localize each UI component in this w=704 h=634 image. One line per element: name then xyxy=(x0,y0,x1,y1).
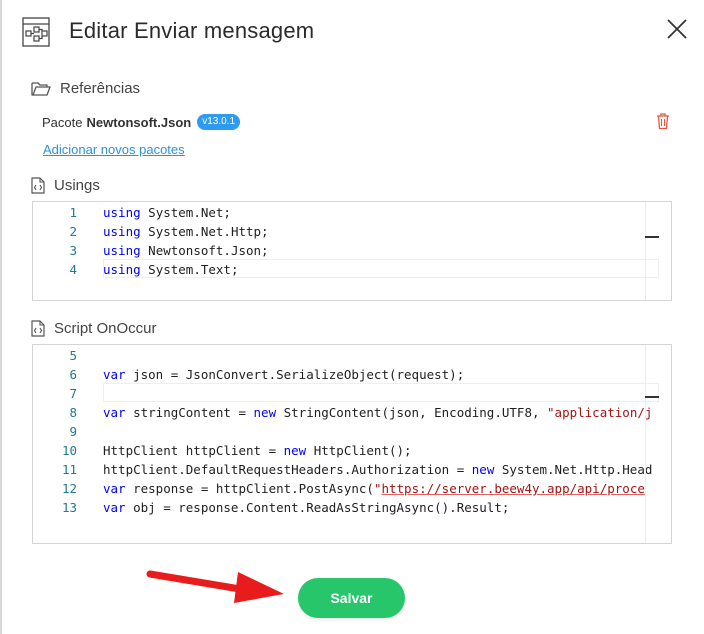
red-arrow-icon xyxy=(146,570,284,603)
scroll-position-marker xyxy=(645,236,659,238)
usings-code-editor[interactable]: 1 using System.Net; 2 using System.Net.Http… xyxy=(32,201,672,301)
edit-dialog: Editar Enviar mensagem Referências Pacot… xyxy=(0,0,704,634)
trash-icon[interactable] xyxy=(655,112,671,130)
script-code-editor[interactable]: 5 6 var json = JsonConvert.SerializeObject… xyxy=(32,344,672,544)
code-text: using System.Net.Http; xyxy=(103,222,269,241)
line-number: 4 xyxy=(69,262,77,277)
script-section-header: Script OnOccur xyxy=(31,320,157,337)
code-token: json = JsonConvert.SerializeObject(reque… xyxy=(125,367,465,382)
code-text: var stringContent = new StringContent(js… xyxy=(103,403,652,422)
code-token: using xyxy=(103,205,141,220)
scroll-position-marker xyxy=(645,396,659,398)
script-heading: Script OnOccur xyxy=(54,320,157,337)
code-token: "application/j xyxy=(547,405,653,420)
code-token: Newtonsoft.Json; xyxy=(140,243,269,258)
code-token: StringContent(json, Encoding.UTF8, xyxy=(276,405,548,420)
line-number: 12 xyxy=(61,481,77,496)
code-line: 12 var response = httpClient.PostAsync("h… xyxy=(33,479,645,498)
code-line: 10 HttpClient httpClient = new HttpClient… xyxy=(33,441,645,460)
code-line: 9 xyxy=(33,422,645,441)
line-number: 13 xyxy=(61,500,77,515)
code-text: var obj = response.Content.ReadAsStringA… xyxy=(103,498,509,517)
code-line: 2 using System.Net.Http; xyxy=(33,222,645,241)
line-number: 11 xyxy=(61,462,77,477)
flowchart-icon xyxy=(22,17,50,47)
code-line: 1 using System.Net; xyxy=(33,203,645,222)
code-token: var xyxy=(103,405,126,420)
code-line: 13 var obj = response.Content.ReadAsStrin… xyxy=(33,498,645,517)
line-number: 8 xyxy=(69,405,77,420)
code-line: 8 var stringContent = new StringContent(j… xyxy=(33,403,652,422)
code-token: var xyxy=(103,500,126,515)
usings-heading: Usings xyxy=(54,177,100,194)
code-token: obj = response.Content.ReadAsStringAsync… xyxy=(125,500,510,515)
line-number: 5 xyxy=(69,348,77,363)
code-token: System.Net; xyxy=(140,205,231,220)
code-token: stringContent = xyxy=(125,405,254,420)
line-number: 6 xyxy=(69,367,77,382)
code-line: 6 var json = JsonConvert.SerializeObject(… xyxy=(33,365,645,384)
line-number: 10 xyxy=(61,443,77,458)
dialog-left-edge xyxy=(0,0,2,634)
line-number: 7 xyxy=(69,386,77,401)
code-token: var xyxy=(103,367,126,382)
script-scrollbar[interactable] xyxy=(645,345,671,543)
code-text: HttpClient httpClient = new HttpClient()… xyxy=(103,441,412,460)
code-text: using System.Net; xyxy=(103,203,231,222)
package-version-badge: v13.0.1 xyxy=(197,114,241,130)
folder-open-icon xyxy=(31,82,51,96)
code-token: HttpClient httpClient = xyxy=(103,443,284,458)
code-token: response = httpClient.PostAsync( xyxy=(125,481,374,496)
line-number: 3 xyxy=(69,243,77,258)
package-prefix: Pacote xyxy=(42,114,83,130)
line-number: 2 xyxy=(69,224,77,239)
current-line-highlight xyxy=(103,259,659,278)
current-line-highlight xyxy=(103,383,659,402)
dialog-header: Editar Enviar mensagem xyxy=(0,0,704,66)
code-line: 3 using Newtonsoft.Json; xyxy=(33,241,645,260)
code-text: var json = JsonConvert.SerializeObject(r… xyxy=(103,365,464,384)
save-button[interactable]: Salvar xyxy=(298,578,405,618)
code-token: new xyxy=(253,405,277,420)
references-heading: Referências xyxy=(60,80,141,97)
code-token: https://server.beew4y.app/api/proce xyxy=(381,481,645,496)
usings-section-header: Usings xyxy=(31,177,100,194)
line-number: 9 xyxy=(69,424,77,439)
code-token: System.Net.Http; xyxy=(140,224,269,239)
code-token: using xyxy=(103,243,141,258)
code-text: var response = httpClient.PostAsync("htt… xyxy=(103,479,645,498)
package-row: Pacote Newtonsoft.Json v13.0.1 xyxy=(42,114,241,130)
code-token: httpClient.DefaultRequestHeaders.Authori… xyxy=(103,462,472,477)
dialog-title: Editar Enviar mensagem xyxy=(69,18,315,43)
code-token: using xyxy=(103,224,141,239)
code-text: httpClient.DefaultRequestHeaders.Authori… xyxy=(103,460,652,479)
usings-scrollbar[interactable] xyxy=(645,202,671,300)
code-line: 5 xyxy=(33,346,645,365)
code-token: var xyxy=(103,481,126,496)
package-name: Newtonsoft.Json xyxy=(86,114,192,130)
code-token: HttpClient(); xyxy=(306,443,412,458)
code-token: new xyxy=(471,462,495,477)
line-number: 1 xyxy=(69,205,77,220)
code-file-icon xyxy=(31,320,45,337)
code-line: 11 httpClient.DefaultRequestHeaders.Autho… xyxy=(33,460,652,479)
references-section-header: Referências xyxy=(31,80,140,97)
add-packages-link[interactable]: Adicionar novos pacotes xyxy=(43,142,185,157)
close-icon[interactable] xyxy=(662,14,692,44)
code-token: new xyxy=(283,443,307,458)
code-file-icon xyxy=(31,177,45,194)
code-text: using Newtonsoft.Json; xyxy=(103,241,269,260)
code-token: System.Net.Http.Head xyxy=(494,462,653,477)
